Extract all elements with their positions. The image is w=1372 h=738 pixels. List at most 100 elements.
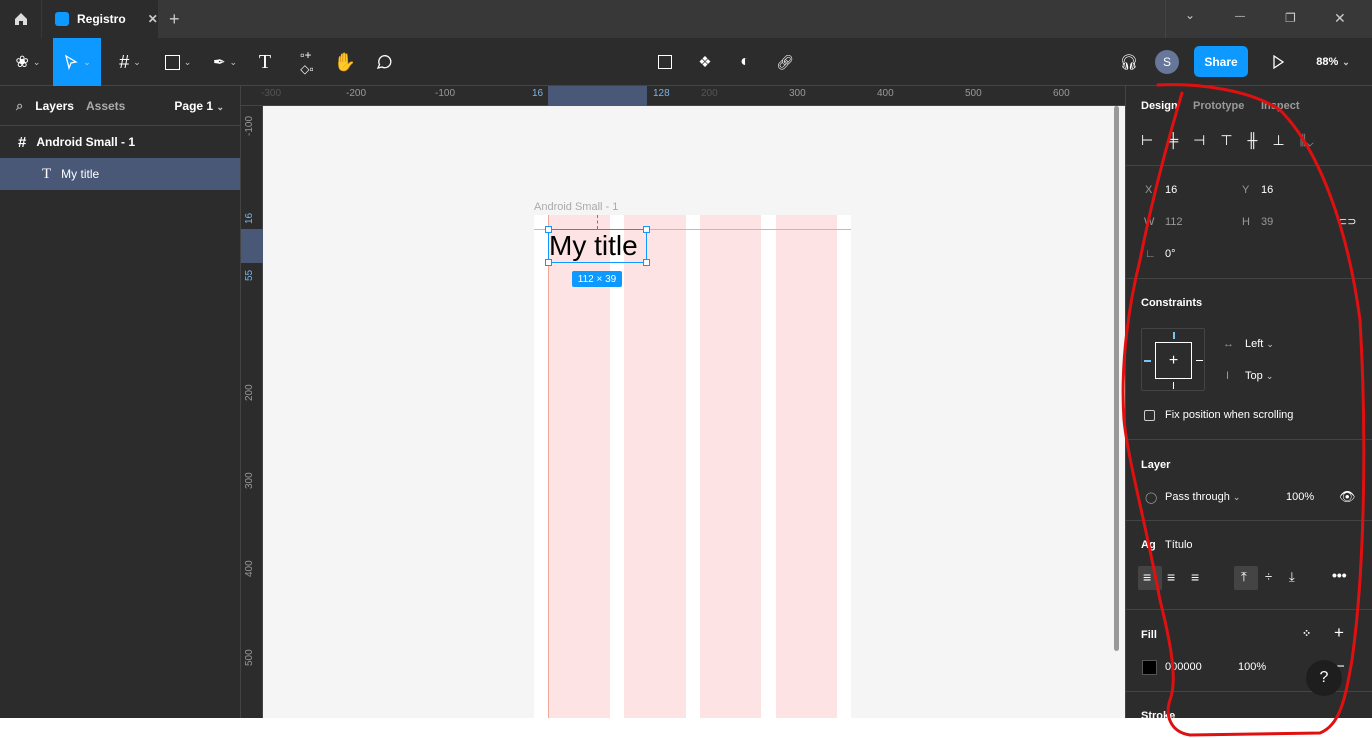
blend-mode-dropdown[interactable]: Pass through ⌄ xyxy=(1165,491,1240,503)
add-fill-icon[interactable]: + xyxy=(1334,623,1344,643)
zoom-dropdown[interactable]: 88% ⌄ xyxy=(1308,38,1358,86)
fill-swatch[interactable] xyxy=(1142,660,1157,675)
close-tab-button[interactable]: ✕ xyxy=(148,12,158,26)
comment-tool[interactable] xyxy=(372,38,396,86)
text-tool[interactable]: T xyxy=(253,38,277,86)
audio-button[interactable]: 🎧︎ xyxy=(1117,38,1141,86)
layers-tab[interactable]: Layers xyxy=(35,99,74,113)
align-top-icon[interactable]: ⊤ xyxy=(1220,132,1232,149)
figma-file-icon xyxy=(55,12,69,26)
align-vertical-center-icon[interactable]: ╫ xyxy=(1248,132,1258,149)
constraints-title: Constraints xyxy=(1141,297,1203,309)
fill-hex-input[interactable]: 000000 xyxy=(1165,661,1202,673)
fill-opacity-input[interactable]: 100% xyxy=(1238,661,1266,673)
align-text-bottom-icon[interactable]: ⤓ xyxy=(1289,569,1295,585)
cursor-icon xyxy=(65,54,78,70)
height-input[interactable]: 39 xyxy=(1261,216,1273,228)
tab-prototype[interactable]: Prototype xyxy=(1193,100,1244,112)
resources-tool[interactable]: ▫+ ◇▫ xyxy=(295,38,319,86)
constraint-left[interactable] xyxy=(1144,360,1151,362)
create-component-button[interactable]: ❖ xyxy=(693,38,717,86)
text-layer-selection[interactable]: My title xyxy=(545,226,650,266)
minimize-button[interactable]: — xyxy=(1235,11,1245,22)
layer-name: My title xyxy=(61,167,100,181)
component-icon: ❖ xyxy=(698,54,712,71)
page-label: Page 1 xyxy=(174,98,214,113)
help-button[interactable]: ? xyxy=(1306,660,1342,696)
tab-design[interactable]: Design xyxy=(1141,100,1178,112)
frame-label[interactable]: Android Small - 1 xyxy=(534,201,618,213)
assets-tab[interactable]: Assets xyxy=(86,99,125,113)
vertical-constraint-dropdown[interactable]: Top ⌄ xyxy=(1245,370,1273,382)
frame-selection-button[interactable] xyxy=(653,38,677,86)
align-bottom-icon[interactable]: ⊥ xyxy=(1272,132,1284,149)
shape-tool[interactable]: ⌄ xyxy=(160,38,196,86)
align-right-icon[interactable]: ⊣ xyxy=(1193,132,1205,149)
size-badge-text: 112 × 39 xyxy=(577,273,617,285)
align-text-middle-icon[interactable]: ÷ xyxy=(1265,569,1272,584)
more-options-icon[interactable]: ••• xyxy=(1332,567,1347,583)
constraint-top[interactable] xyxy=(1173,332,1175,339)
resize-handle[interactable] xyxy=(545,226,552,233)
fix-position-label[interactable]: Fix position when scrolling xyxy=(1165,409,1293,421)
fix-position-checkbox[interactable] xyxy=(1144,410,1155,421)
x-input[interactable]: 16 xyxy=(1165,184,1177,196)
eye-icon[interactable]: 👁︎ xyxy=(1339,489,1356,505)
resize-handle[interactable] xyxy=(643,259,650,266)
ruler-label: 300 xyxy=(789,88,806,99)
android-frame[interactable]: My title 112 × 39 xyxy=(534,215,851,718)
spacing-indicator xyxy=(597,215,598,229)
home-tab[interactable] xyxy=(0,0,41,38)
new-tab-button[interactable]: + xyxy=(169,9,180,30)
link-button[interactable]: 🔗︎ xyxy=(773,38,797,86)
horizontal-constraint-dropdown[interactable]: Left ⌄ xyxy=(1245,338,1274,350)
layer-row-text[interactable]: T My title xyxy=(0,158,240,190)
search-icon[interactable]: ⌕ xyxy=(16,98,23,114)
width-input[interactable]: 112 xyxy=(1165,216,1183,228)
constraint-bottom[interactable] xyxy=(1173,382,1174,389)
file-tab[interactable]: Registro ✕ xyxy=(42,0,158,38)
constraint-right[interactable] xyxy=(1196,360,1203,361)
text-layer[interactable]: My title xyxy=(549,230,638,262)
frame-tool[interactable]: # ⌄ xyxy=(112,38,148,86)
mask-button[interactable]: ◐ xyxy=(733,38,757,86)
vertical-scrollbar[interactable] xyxy=(1114,106,1119,651)
main-menu-button[interactable]: ❀ ⌄ xyxy=(8,38,48,86)
w-label: W xyxy=(1144,216,1155,228)
pen-tool[interactable]: ✒ ⌄ xyxy=(207,38,243,86)
ruler-selection-highlight xyxy=(241,229,263,263)
resize-handle[interactable] xyxy=(643,226,650,233)
present-button[interactable] xyxy=(1266,38,1290,86)
h-label: H xyxy=(1242,216,1250,228)
restore-button[interactable]: ❐ xyxy=(1285,11,1296,25)
blend-mode-value: Pass through xyxy=(1165,491,1230,503)
tab-inspect[interactable]: Inspect xyxy=(1261,100,1300,112)
constraint-widget[interactable]: + xyxy=(1141,328,1205,391)
share-button[interactable]: Share xyxy=(1194,46,1248,77)
layer-row-frame[interactable]: # Android Small - 1 xyxy=(0,126,240,158)
constrain-proportions-icon[interactable]: ⊂⊃ xyxy=(1338,215,1356,228)
window-menu-button[interactable]: ⌄ xyxy=(1185,8,1195,22)
distribute-icon[interactable]: ⫼⌄ xyxy=(1300,132,1314,149)
constraint-box: + xyxy=(1155,342,1192,379)
hand-tool[interactable]: ✋ xyxy=(333,38,357,86)
canvas[interactable]: Android Small - 1 My title 112 × 39 xyxy=(263,106,1125,718)
y-input[interactable]: 16 xyxy=(1261,184,1273,196)
styles-icon[interactable]: ⁘ xyxy=(1302,627,1311,640)
page-selector[interactable]: Page 1 ⌄ xyxy=(174,99,224,113)
align-left-icon[interactable]: ⊢ xyxy=(1141,132,1153,149)
close-window-button[interactable]: ✕ xyxy=(1334,10,1346,27)
frame-icon: # xyxy=(119,51,130,72)
pen-icon: ✒ xyxy=(212,54,226,71)
ruler-label: -100 xyxy=(244,115,255,136)
layer-opacity-input[interactable]: 100% xyxy=(1286,491,1314,503)
rotation-input[interactable]: 0° xyxy=(1165,248,1176,260)
avatar[interactable]: S xyxy=(1155,50,1179,74)
text-style-name[interactable]: Título xyxy=(1165,539,1193,551)
move-tool[interactable]: ⌄ xyxy=(53,38,101,86)
align-horizontal-center-icon[interactable]: ╪ xyxy=(1168,132,1178,149)
align-text-center-icon[interactable]: ≡ xyxy=(1167,569,1175,585)
top-ruler: -300 -200 -100 16 128 200 300 400 500 60… xyxy=(241,86,1125,106)
resize-handle[interactable] xyxy=(545,259,552,266)
align-text-right-icon[interactable]: ≡ xyxy=(1191,569,1199,585)
